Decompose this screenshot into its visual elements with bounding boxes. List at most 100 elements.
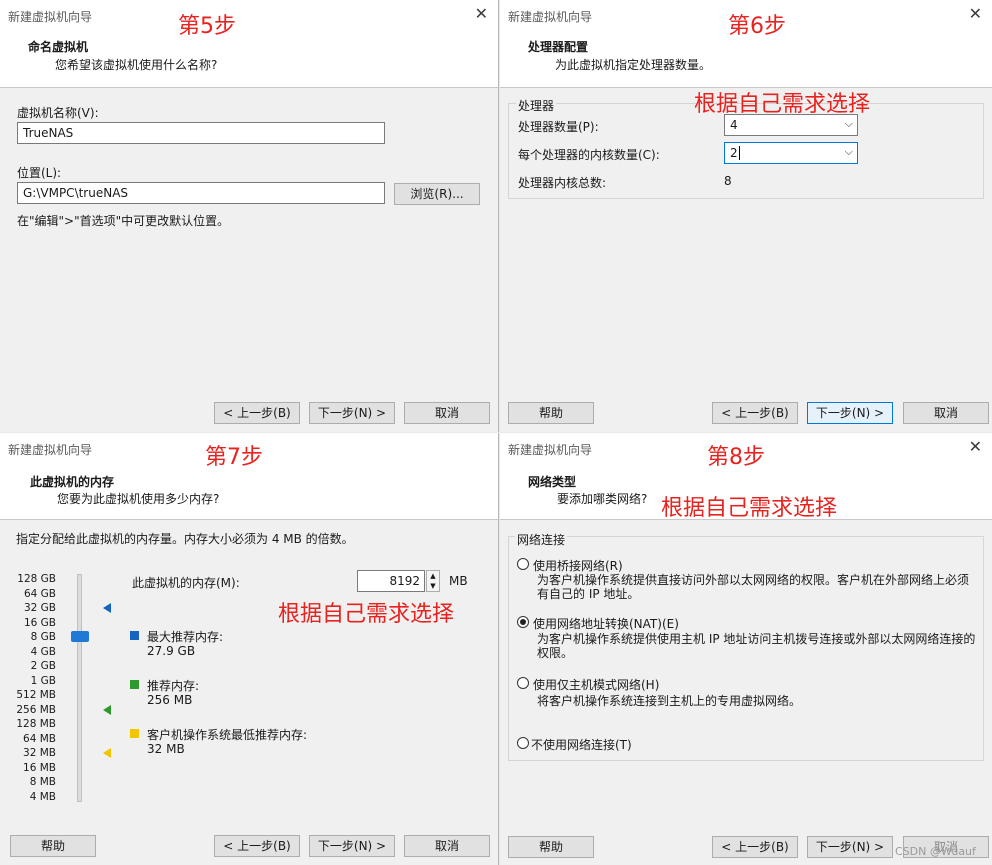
window-title: 新建虚拟机向导	[8, 10, 93, 24]
option-host-only-label[interactable]: 使用仅主机模式网络(H)	[533, 676, 659, 693]
scale-tick-label: 8 MB	[29, 776, 56, 788]
chevron-down-icon: ⌵	[844, 117, 853, 130]
page-title: 处理器配置	[528, 40, 589, 54]
window-title: 新建虚拟机向导	[8, 443, 93, 457]
help-button[interactable]: 帮助	[508, 402, 594, 424]
step8-header: 新建虚拟机向导 ✕ 第8步 网络类型 要添加哪类网络? 根据自己需求选择	[500, 433, 992, 521]
recommended-swatch	[130, 680, 139, 689]
cores-select[interactable]: 2​ ⌵	[724, 142, 858, 164]
memory-spinner[interactable]: ▲ ▼	[426, 570, 440, 592]
spin-up-icon[interactable]: ▲	[427, 571, 439, 581]
total-cores-label: 处理器内核总数:	[518, 176, 607, 190]
step8-panel: 新建虚拟机向导 ✕ 第8步 网络类型 要添加哪类网络? 根据自己需求选择 网络连…	[500, 433, 992, 865]
scale-tick-label: 128 GB	[17, 573, 56, 585]
total-cores-value: 8	[724, 174, 732, 188]
close-icon[interactable]: ✕	[475, 4, 488, 23]
recommended-value: 256 MB	[147, 693, 193, 707]
scale-tick-label: 2 GB	[30, 660, 56, 672]
page-subtitle: 要添加哪类网络?	[557, 492, 648, 506]
back-button[interactable]: < 上一步(B)	[712, 402, 798, 424]
page-subtitle: 您要为此虚拟机使用多少内存?	[57, 492, 220, 506]
min-recommended-value: 32 MB	[147, 742, 185, 756]
processor-count-select[interactable]: 4 ⌵	[724, 114, 858, 136]
step6-header: 新建虚拟机向导 ✕ 第6步 处理器配置 为此虚拟机指定处理器数量。	[500, 0, 992, 88]
memory-input[interactable]: 8192	[357, 570, 425, 592]
location-label: 位置(L):	[17, 166, 62, 180]
spin-down-icon[interactable]: ▼	[427, 581, 439, 591]
page-subtitle: 您希望该虚拟机使用什么名称?	[55, 58, 218, 72]
next-button[interactable]: 下一步(N) >	[309, 835, 395, 857]
memory-label: 此虚拟机的内存(M):	[132, 576, 240, 590]
cancel-button[interactable]: 取消	[404, 835, 490, 857]
radio-nat[interactable]	[517, 616, 529, 628]
memory-instruction: 指定分配给此虚拟机的内存量。内存大小必须为 4 MB 的倍数。	[16, 532, 354, 546]
step-label: 第7步	[205, 445, 263, 470]
step-label: 第8步	[707, 445, 765, 470]
step-label: 第5步	[178, 14, 236, 39]
option-bridged-label[interactable]: 使用桥接网络(R)	[533, 557, 623, 574]
text-caret: ​	[738, 146, 740, 160]
scale-tick-label: 8 GB	[30, 631, 56, 643]
page-subtitle: 为此虚拟机指定处理器数量。	[555, 58, 712, 72]
close-icon[interactable]: ✕	[969, 4, 982, 23]
memory-unit: MB	[449, 574, 468, 588]
requirement-note: 根据自己需求选择	[278, 602, 455, 627]
scale-tick-label: 128 MB	[16, 718, 56, 730]
scale-tick-label: 32 MB	[23, 747, 56, 759]
help-button[interactable]: 帮助	[10, 835, 96, 857]
next-button[interactable]: 下一步(N) >	[807, 836, 893, 858]
back-button[interactable]: < 上一步(B)	[712, 836, 798, 858]
scale-tick-label: 64 GB	[23, 587, 56, 600]
step5-panel: 新建虚拟机向导 ✕ 第5步 命名虚拟机 您希望该虚拟机使用什么名称? 虚拟机名称…	[0, 0, 499, 432]
min-recommended-label: 客户机操作系统最低推荐内存:	[147, 728, 308, 742]
step7-panel: 新建虚拟机向导 第7步 此虚拟机的内存 您要为此虚拟机使用多少内存? 指定分配给…	[0, 433, 499, 865]
max-recommended-value: 27.9 GB	[147, 644, 196, 658]
cancel-button[interactable]: 取消	[404, 402, 490, 424]
cancel-button[interactable]: 取消	[903, 402, 989, 424]
max-recommended-label: 最大推荐内存:	[147, 630, 224, 644]
scale-tick-label: 1 GB	[30, 674, 56, 687]
scale-tick-label: 16 GB	[23, 616, 56, 629]
scale-tick-label: 512 MB	[16, 689, 56, 701]
next-button[interactable]: 下一步(N) >	[807, 402, 893, 424]
option-no-network-label[interactable]: 不使用网络连接(T)	[531, 736, 632, 753]
radio-bridged[interactable]	[517, 558, 529, 570]
vm-name-label: 虚拟机名称(V):	[17, 106, 99, 120]
vm-name-input[interactable]: TrueNAS	[17, 122, 385, 144]
help-button[interactable]: 帮助	[508, 836, 594, 858]
memory-slider-thumb[interactable]	[71, 631, 89, 642]
max-recommended-swatch	[130, 631, 139, 640]
radio-no-network[interactable]	[517, 737, 529, 749]
option-host-only-desc: 将客户机操作系统连接到主机上的专用虚拟网络。	[537, 694, 802, 708]
cores-label: 每个处理器的内核数量(C):	[518, 148, 660, 162]
window-title: 新建虚拟机向导	[508, 443, 593, 457]
next-button[interactable]: 下一步(N) >	[309, 402, 395, 424]
back-button[interactable]: < 上一步(B)	[214, 402, 300, 424]
min-recommended-swatch	[130, 729, 139, 738]
chevron-down-icon: ⌵	[844, 145, 853, 158]
network-group-label: 网络连接	[515, 531, 568, 548]
scale-tick-label: 16 MB	[23, 761, 56, 774]
option-nat-label[interactable]: 使用网络地址转换(NAT)(E)	[533, 615, 679, 632]
option-bridged-desc: 为客户机操作系统提供直接访问外部以太网网络的权限。客户机在外部网络上必须有自己的…	[537, 573, 970, 601]
scale-tick-label: 64 MB	[23, 732, 56, 745]
scale-tick-label: 256 MB	[16, 703, 56, 716]
browse-button[interactable]: 浏览(R)...	[394, 183, 480, 205]
back-button[interactable]: < 上一步(B)	[214, 835, 300, 857]
step-label: 第6步	[728, 14, 786, 39]
processor-group-label: 处理器	[516, 97, 557, 114]
radio-host-only[interactable]	[517, 677, 529, 689]
option-nat-desc: 为客户机操作系统提供使用主机 IP 地址访问主机拨号连接或外部以太网网络连接的权…	[537, 632, 976, 660]
page-title: 网络类型	[528, 475, 577, 489]
memory-slider-track[interactable]	[77, 574, 82, 802]
close-icon[interactable]: ✕	[969, 437, 982, 456]
requirement-note: 根据自己需求选择	[661, 496, 838, 521]
page-title: 命名虚拟机	[28, 40, 89, 54]
window-title: 新建虚拟机向导	[508, 10, 593, 24]
location-hint: 在"编辑">"首选项"中可更改默认位置。	[17, 214, 230, 228]
recommended-label: 推荐内存:	[147, 679, 200, 693]
page-title: 此虚拟机的内存	[30, 475, 115, 489]
processor-count-value: 4	[730, 118, 738, 132]
location-input[interactable]: G:\VMPC\trueNAS	[17, 182, 385, 204]
cores-value: 2	[730, 146, 738, 160]
